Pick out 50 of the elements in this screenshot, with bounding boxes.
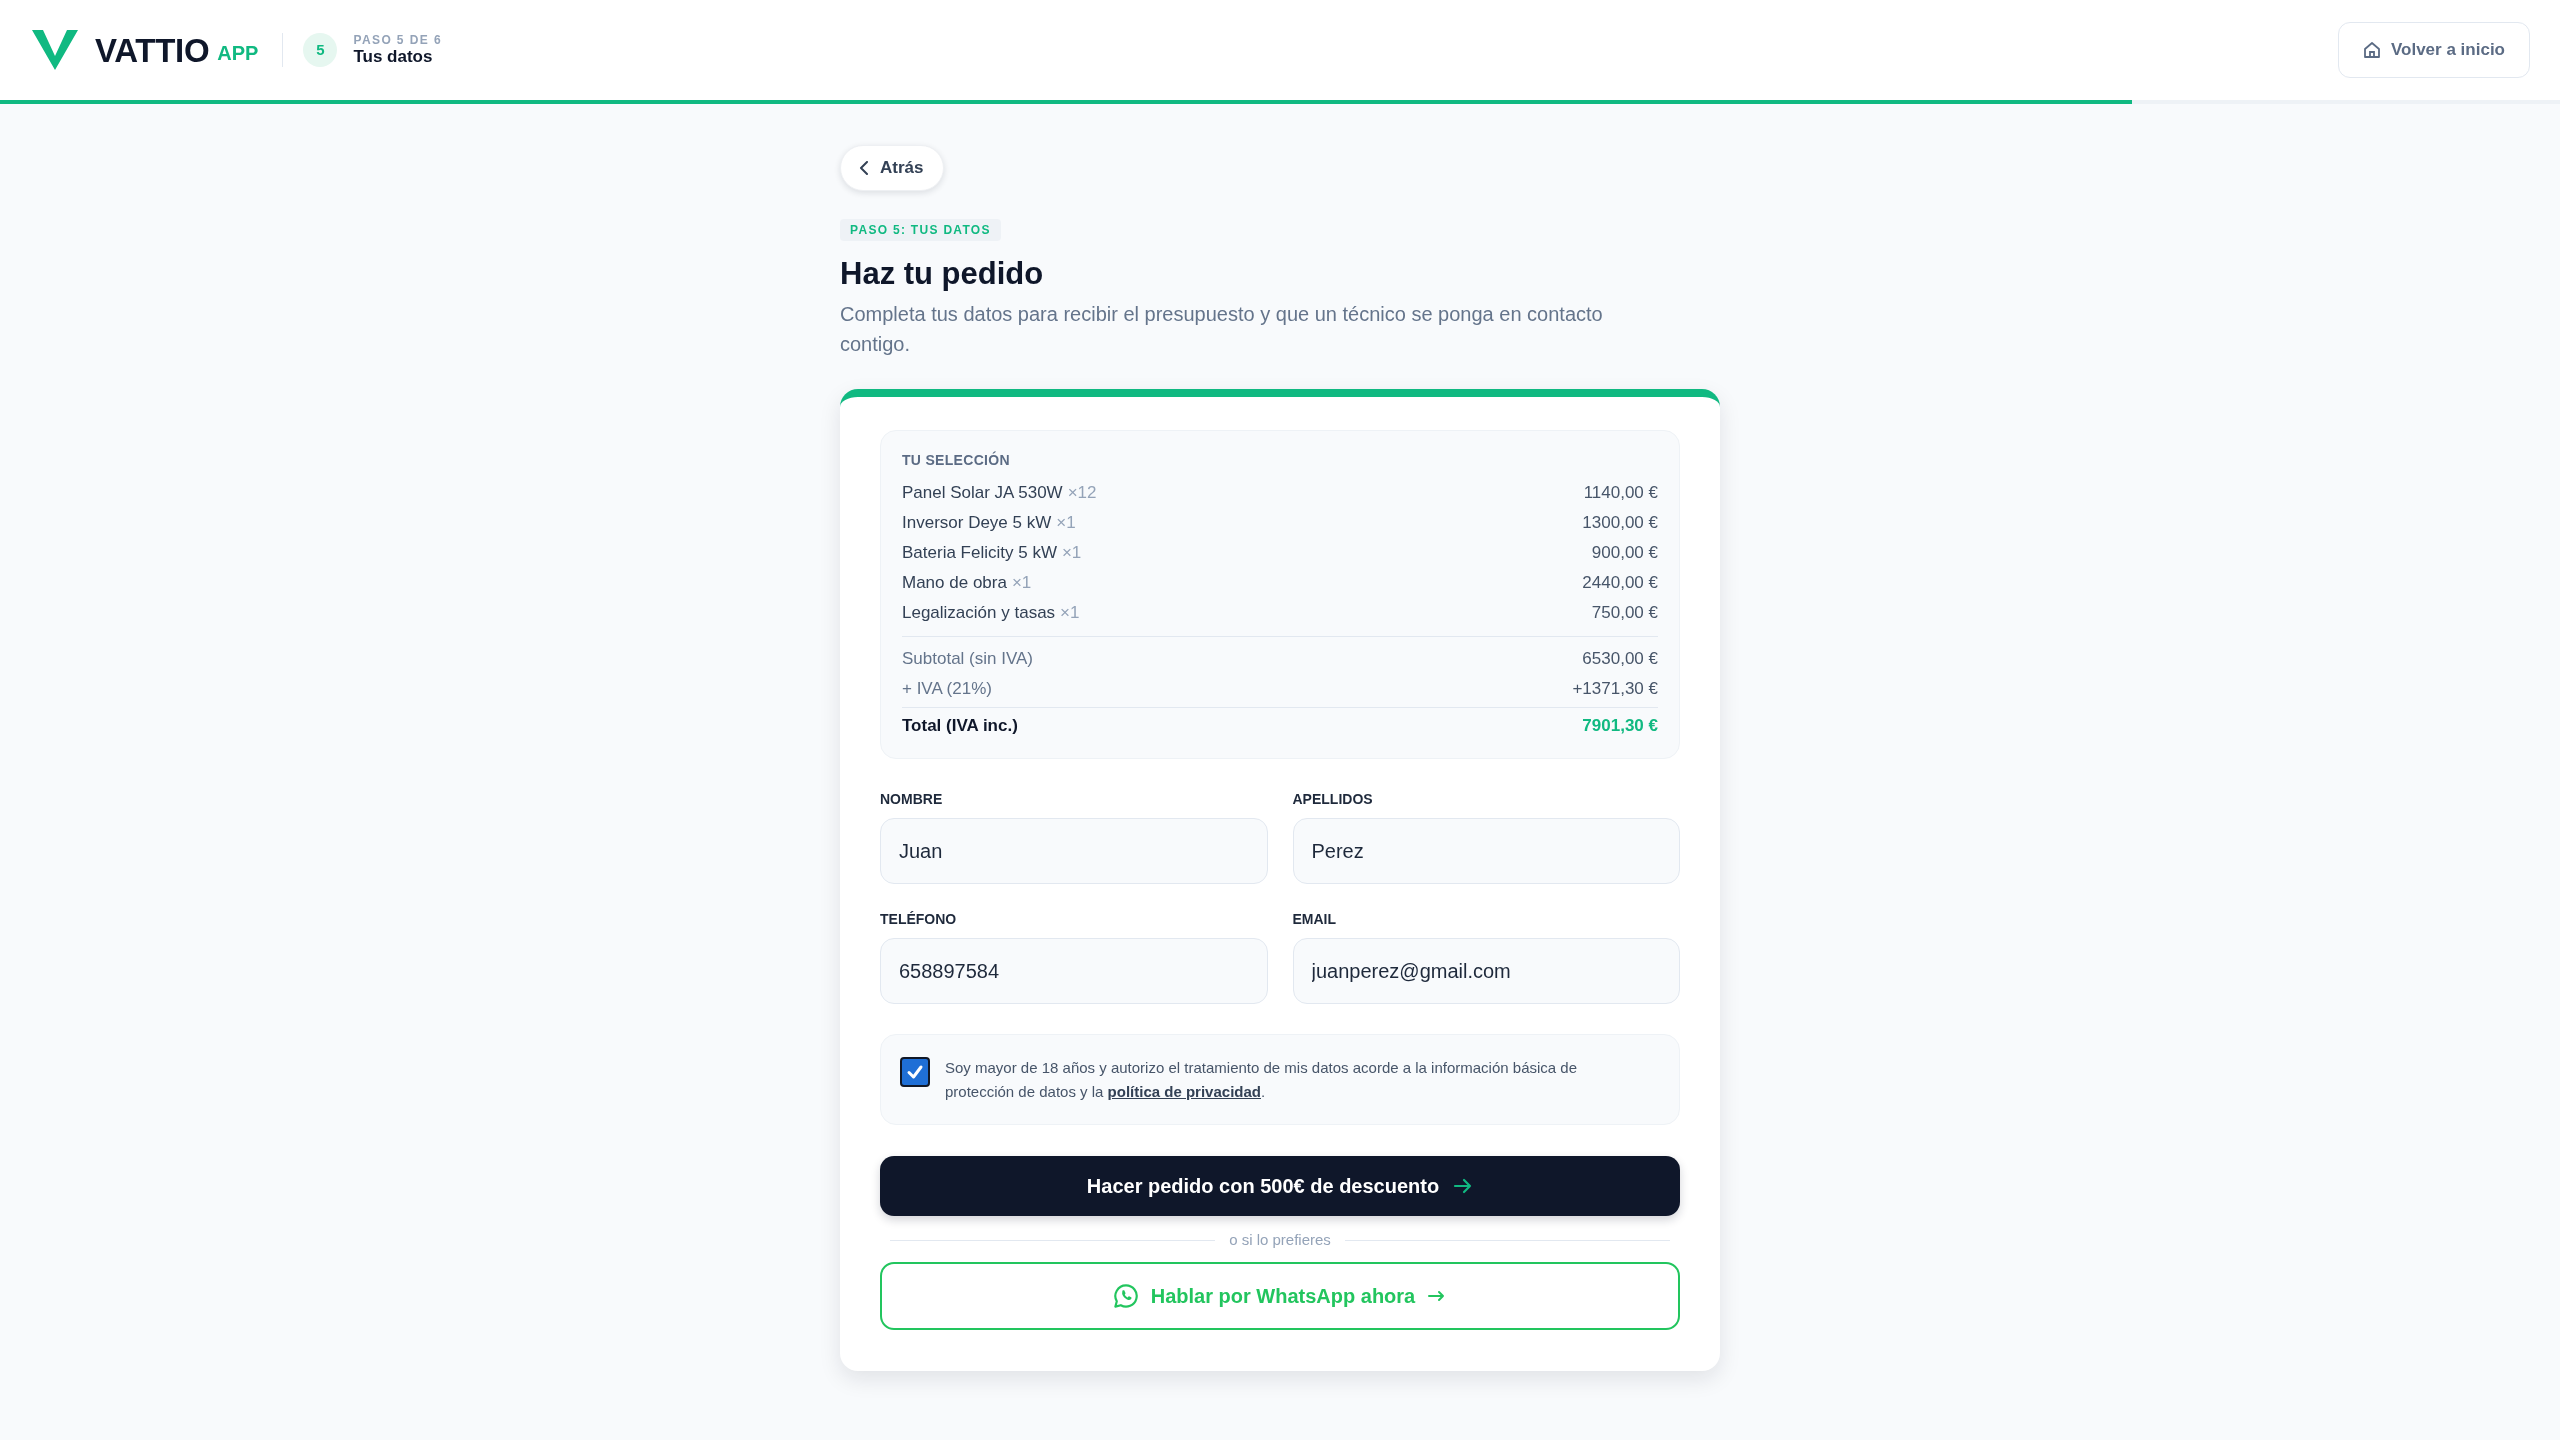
item-price: 1140,00 € — [1583, 482, 1658, 505]
summary-label: Total (IVA inc.) — [902, 715, 1018, 738]
step-title: Tus datos — [353, 47, 434, 67]
logo-text: VATTIO — [95, 33, 210, 67]
home-button[interactable]: Volver a inicio — [2338, 22, 2530, 78]
back-button[interactable]: Atrás — [840, 145, 945, 191]
item-quantity: ×12 — [1067, 483, 1097, 503]
chevron-left-icon — [858, 161, 870, 175]
item-name: Mano de obra — [902, 573, 1007, 593]
divider-text: o si lo prefieres — [1229, 1230, 1331, 1250]
field-label: TELÉFONO — [880, 910, 958, 929]
order-button[interactable]: Hacer pedido con 500€ de descuento — [880, 1156, 1680, 1216]
field-label: NOMBRE — [880, 790, 944, 809]
page-subtitle: Completa tus datos para recibir el presupuesto y que un técnico se ponga en contacto contigo. — [840, 302, 1604, 357]
item-name: Bateria Felicity 5 kW — [902, 543, 1057, 563]
summary-value: 7901,30 € — [1582, 715, 1658, 738]
item-price: 750,00 € — [1591, 602, 1658, 625]
arrow-right-icon — [1453, 1178, 1474, 1194]
item-quantity: ×1 — [1061, 543, 1082, 563]
home-icon — [2363, 41, 2381, 59]
input-field[interactable]: Perez — [1292, 818, 1680, 884]
input-field[interactable]: Juan — [880, 818, 1268, 884]
summary-value: 6530,00 € — [1582, 648, 1658, 671]
item-price: 900,00 € — [1591, 542, 1658, 565]
item-name: Legalización y tasas — [902, 603, 1056, 623]
selection-heading: TU SELECCIÓN — [902, 450, 1011, 470]
summary-label: Subtotal (sin IVA) — [902, 648, 1034, 671]
item-name: Inversor Deye 5 kW — [902, 513, 1052, 533]
item-price: 1300,00 € — [1582, 512, 1658, 535]
logo-suffix: APP — [217, 43, 259, 63]
item-name: Panel Solar JA 530W — [902, 483, 1063, 503]
item-price: 2440,00 € — [1582, 572, 1658, 595]
privacy-policy-link[interactable]: política de privacidad — [1107, 1083, 1261, 1100]
checkbox[interactable] — [900, 1057, 930, 1087]
consent-text: Soy mayor de 18 años y autorizo el tratamiento de mis datos acorde a la información básica de protección de datos y la política de privacidad. — [945, 1058, 1578, 1102]
phone-bubble-icon — [1112, 1283, 1139, 1309]
summary-value: +1371,30 € — [1572, 678, 1658, 701]
input-field[interactable]: juanperez@gmail.com — [1292, 938, 1680, 1004]
input-field[interactable]: 658897584 — [880, 938, 1268, 1004]
page-title: Haz tu pedido — [840, 255, 1045, 293]
field-label: EMAIL — [1292, 910, 1338, 929]
summary-label: + IVA (21%) — [902, 678, 992, 701]
step-caption: PASO 5 DE 6 — [353, 33, 442, 47]
item-quantity: ×1 — [1011, 573, 1032, 593]
field-label: APELLIDOS — [1292, 790, 1374, 809]
item-quantity: ×1 — [1056, 513, 1076, 533]
item-quantity: ×1 — [1060, 603, 1080, 623]
v-logo-icon — [32, 30, 78, 70]
step-badge: PASO 5: TUS DATOS — [840, 219, 1001, 241]
step-number: 5 — [303, 33, 338, 67]
